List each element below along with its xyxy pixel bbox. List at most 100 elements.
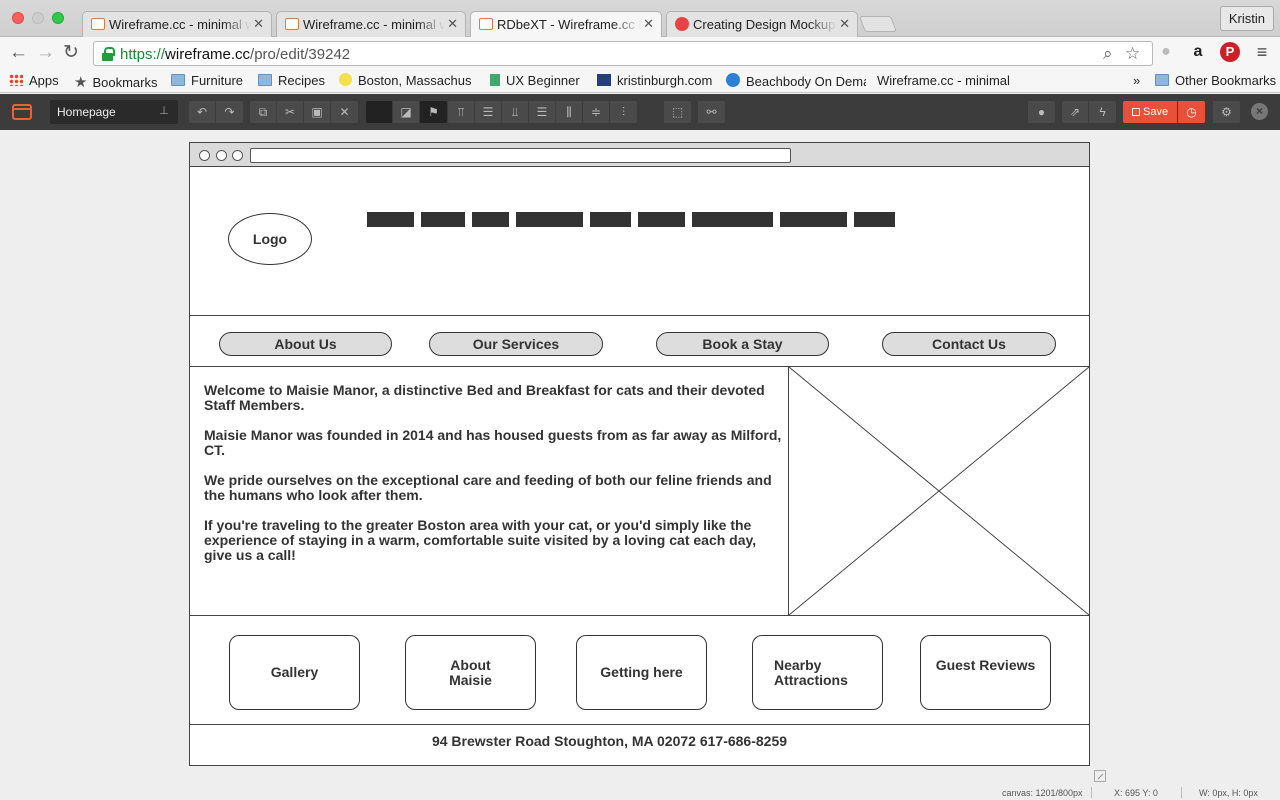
intro-text-block[interactable]: Welcome to Maisie Manor, a distinctive B… (204, 383, 784, 578)
nav-pill-our-services[interactable]: Our Services (429, 332, 603, 356)
distribute-icon[interactable]: ⫶ (610, 101, 637, 123)
editor-toolbar: Homepage ⊥ ↶ ↷ ⧉ ✂ ▣ ✕ ◪ ⚑ ⫪ ☰ ⫫ ☰ ⫼ ≑ ⫶… (0, 94, 1280, 130)
image-placeholder-cross-icon (789, 367, 1089, 615)
align-center-v-icon[interactable]: ⫼ (556, 101, 583, 123)
close-window-button[interactable] (12, 12, 24, 24)
bookmark-recipes[interactable]: Recipes (258, 73, 325, 88)
new-tab-button[interactable] (859, 16, 897, 32)
tab-close-icon[interactable]: ✕ (643, 16, 654, 32)
box-nearby-attractions[interactable]: Nearby Attractions (752, 635, 883, 710)
wireframe-window-dot (199, 150, 210, 161)
page-selector[interactable]: Homepage ⊥ (50, 100, 178, 124)
nav-placeholder-block[interactable] (692, 212, 773, 227)
align-left-icon[interactable]: ☰ (475, 101, 502, 123)
wireframe-footer[interactable]: 94 Brewster Road Stoughton, MA 02072 617… (190, 725, 1089, 765)
maximize-window-button[interactable] (52, 12, 64, 24)
amazon-icon[interactable]: a (1188, 42, 1208, 62)
selection-size-readout: W: 0px, H: 0px (1199, 788, 1258, 798)
close-editor-icon[interactable]: × (1251, 103, 1268, 120)
wireframe-favicon-icon (91, 18, 105, 30)
canvas-size-readout: canvas: 1201/800px (1002, 788, 1083, 798)
browser-tab[interactable]: Wireframe.cc - minimal wireframing tool … (82, 11, 272, 37)
save-button[interactable]: Save (1123, 101, 1177, 123)
align-top-icon[interactable]: ⫪ (448, 101, 475, 123)
align-center-h-icon[interactable]: ≑ (583, 101, 610, 123)
wireframe-logo[interactable]: Logo (228, 213, 312, 265)
wireframe-logo-icon[interactable] (12, 104, 32, 120)
bookmark-wireframe[interactable]: Wireframe.cc - minimal (877, 73, 1013, 88)
reload-icon[interactable]: ↻ (63, 43, 79, 63)
pinterest-icon[interactable]: P (1220, 42, 1240, 62)
bookmark-apps[interactable]: Apps (9, 73, 59, 88)
bookmarks-overflow-button[interactable]: » (1133, 73, 1140, 88)
external-link-icon[interactable]: ⇗ (1062, 101, 1089, 123)
delete-icon[interactable]: ✕ (331, 101, 358, 123)
nav-pill-book-a-stay[interactable]: Book a Stay (656, 332, 829, 356)
wireframe-page[interactable]: Logo About Us Our Services Book a Stay C… (189, 142, 1090, 766)
fill-color-icon[interactable] (366, 101, 393, 123)
bookmark-furniture[interactable]: Furniture (171, 73, 243, 88)
send-back-icon[interactable]: ⚑ (420, 101, 447, 123)
nav-placeholder-block[interactable] (590, 212, 631, 227)
nav-placeholder-block[interactable] (854, 212, 895, 227)
nav-placeholder-block[interactable] (421, 212, 465, 227)
tab-close-icon[interactable]: ✕ (253, 16, 264, 32)
nav-placeholder-block[interactable] (516, 212, 583, 227)
tab-close-icon[interactable]: ✕ (447, 16, 458, 32)
image-placeholder[interactable] (788, 367, 1089, 615)
wireframe-header[interactable]: Logo (190, 167, 1089, 316)
history-button[interactable]: ◷ (1178, 101, 1205, 123)
comment-icon[interactable]: ● (1028, 101, 1055, 123)
nav-placeholder-block[interactable] (638, 212, 685, 227)
duplicate-icon[interactable]: ⧉ (250, 101, 277, 123)
paste-icon[interactable]: ▣ (304, 101, 331, 123)
forward-arrow-icon[interactable]: → (36, 43, 55, 63)
browser-tab[interactable]: Creating Design Mockups | ✕ (666, 11, 858, 37)
bookmark-bookmarks[interactable]: ★ Bookmarks (74, 73, 157, 91)
box-gallery[interactable]: Gallery (229, 635, 360, 710)
box-guest-reviews[interactable]: Guest Reviews (920, 635, 1051, 710)
settings-icon[interactable]: ⚙ (1213, 101, 1240, 123)
browser-tab-active[interactable]: RDbeXT - Wireframe.cc Pro ✕ (470, 11, 662, 38)
undo-icon[interactable]: ↶ (189, 101, 216, 123)
nav-pill-about-us[interactable]: About Us (219, 332, 392, 356)
search-icon[interactable]: ⌕ (1103, 44, 1113, 64)
bookmark-boston[interactable]: Boston, Massachusetts (339, 73, 471, 88)
group-tools: ⬚ (664, 101, 691, 123)
back-arrow-icon[interactable]: ← (9, 43, 28, 63)
bookmark-ux-beginner[interactable]: UX Beginner (490, 73, 580, 88)
other-bookmarks-folder[interactable]: Other Bookmarks (1155, 73, 1276, 88)
box-getting-here[interactable]: Getting here (576, 635, 707, 710)
browser-tab[interactable]: Wireframe.cc - minimal wireframing tool … (276, 11, 466, 37)
box-about-maisie[interactable]: About Maisie (405, 635, 536, 710)
group-icon[interactable]: ⬚ (664, 101, 691, 123)
nav-placeholder-block[interactable] (780, 212, 847, 227)
profile-button[interactable]: Kristin (1219, 6, 1274, 31)
nav-placeholder-block[interactable] (367, 212, 414, 227)
feature-boxes: Gallery About Maisie Getting here Nearby… (190, 616, 1089, 725)
align-right-icon[interactable]: ☰ (529, 101, 556, 123)
tab-close-icon[interactable]: ✕ (839, 16, 850, 32)
redo-icon[interactable]: ↷ (216, 101, 243, 123)
menu-icon[interactable]: ≡ (1252, 42, 1272, 62)
extension-icon[interactable]: ● (1156, 42, 1176, 62)
url-text[interactable]: https://wireframe.cc/pro/edit/39242 (120, 46, 350, 63)
tab-title: RDbeXT - Wireframe.cc Pro (497, 17, 641, 32)
sitemap-icon[interactable]: ⊥ (156, 104, 172, 120)
bookmark-beachbody[interactable]: Beachbody On Demand (726, 73, 866, 89)
address-bar[interactable]: https://wireframe.cc/pro/edit/39242 ⌕ ☆ (93, 41, 1153, 66)
cut-icon[interactable]: ✂ (277, 101, 304, 123)
align-bottom-icon[interactable]: ⫫ (502, 101, 529, 123)
share-tools: ⇗ ϟ (1062, 101, 1116, 123)
bookmark-kristinburgh[interactable]: kristinburgh.com (597, 73, 712, 88)
nav-placeholder-block[interactable] (472, 212, 509, 227)
tab-title: Wireframe.cc - minimal wireframing tool (303, 17, 445, 32)
minimize-window-button[interactable] (32, 12, 44, 24)
canvas-resize-handle[interactable] (1094, 770, 1106, 782)
settings-tools: ⚙ (1213, 101, 1240, 123)
nav-pill-contact-us[interactable]: Contact Us (882, 332, 1056, 356)
link-icon[interactable]: ⚯ (698, 101, 725, 123)
bookmark-star-icon[interactable]: ☆ (1125, 44, 1140, 64)
lightning-icon[interactable]: ϟ (1089, 101, 1116, 123)
bring-front-icon[interactable]: ◪ (393, 101, 420, 123)
